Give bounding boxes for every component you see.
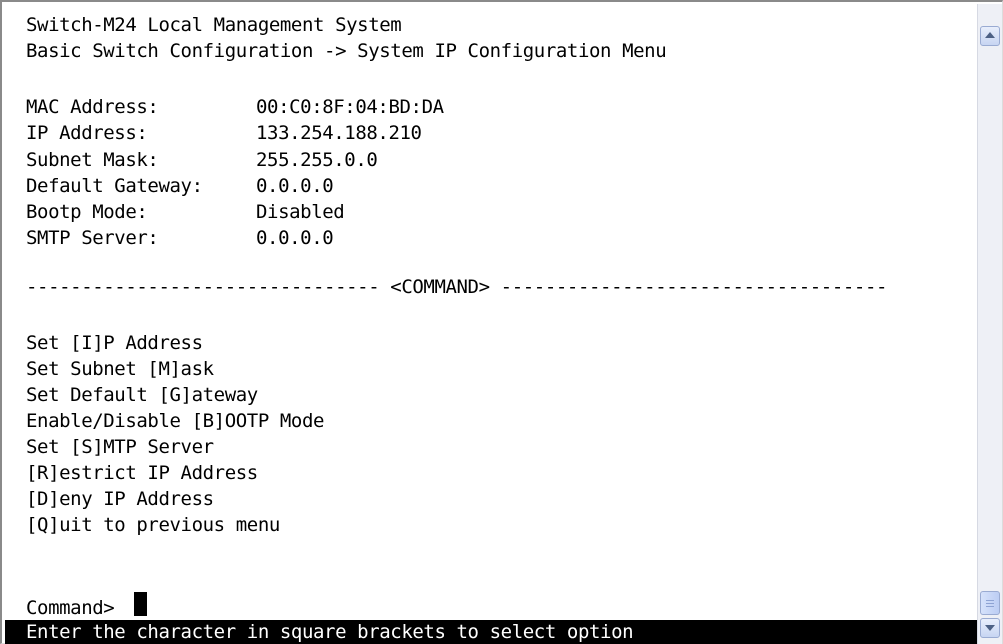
menu-item-deny-ip-address[interactable]: [D]eny IP Address (26, 486, 214, 512)
smtp-server-value: 0.0.0.0 (256, 227, 334, 249)
command-prompt-label: Command> (26, 597, 115, 619)
menu-item-quit[interactable]: [Q]uit to previous menu (26, 512, 280, 538)
system-title: Switch-M24 Local Management System (26, 14, 402, 36)
ip-address-label: IP Address: (26, 122, 148, 144)
default-gateway-value: 0.0.0.0 (256, 175, 334, 197)
menu-item-set-ip-address[interactable]: Set [I]P Address (26, 330, 203, 356)
menu-item-set-smtp-server[interactable]: Set [S]MTP Server (26, 434, 214, 460)
status-bar: Enter the character in square brackets t… (5, 620, 977, 644)
menu-item-set-subnet-mask[interactable]: Set Subnet [M]ask (26, 356, 214, 382)
scroll-down-button[interactable] (980, 618, 1000, 638)
terminal-screen[interactable]: Switch-M24 Local Management System Basic… (5, 4, 977, 644)
terminal-window: Switch-M24 Local Management System Basic… (0, 0, 1003, 644)
command-input[interactable] (134, 592, 147, 616)
vertical-scrollbar[interactable] (977, 4, 1002, 644)
scroll-thumb[interactable] (980, 591, 1000, 615)
arrow-down-icon (985, 625, 995, 631)
arrow-up-icon (985, 32, 995, 38)
menu-breadcrumb: Basic Switch Configuration -> System IP … (26, 40, 667, 62)
menu-item-set-default-gateway[interactable]: Set Default [G]ateway (26, 382, 258, 408)
bootp-mode-label: Bootp Mode: (26, 201, 148, 223)
smtp-server-label: SMTP Server: (26, 227, 159, 249)
ip-address-value: 133.254.188.210 (256, 122, 422, 144)
menu-item-restrict-ip-address[interactable]: [R]estrict IP Address (26, 460, 258, 486)
subnet-mask-label: Subnet Mask: (26, 149, 159, 171)
command-separator: -------------------------------- <COMMAN… (26, 276, 888, 298)
menu-item-toggle-bootp-mode[interactable]: Enable/Disable [B]OOTP Mode (26, 408, 324, 434)
mac-address-value: 00:C0:8F:04:BD:DA (256, 96, 444, 118)
subnet-mask-value: 255.255.0.0 (256, 149, 378, 171)
scroll-up-button[interactable] (980, 26, 1000, 46)
mac-address-label: MAC Address: (26, 96, 159, 118)
default-gateway-label: Default Gateway: (26, 175, 203, 197)
bootp-mode-value: Disabled (256, 201, 345, 223)
